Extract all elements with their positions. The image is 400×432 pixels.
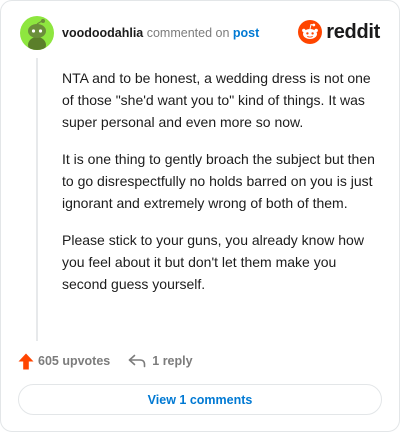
reddit-logo[interactable]: reddit xyxy=(298,19,380,45)
comment-paragraph: Please stick to your guns, you already k… xyxy=(62,232,364,292)
comment-actions: 605 upvotes 1 reply xyxy=(18,351,193,371)
comment-meta: voodoodahlia commented on post xyxy=(62,26,259,40)
upvote-count: 605 upvotes xyxy=(38,354,111,368)
reply-button[interactable]: 1 reply xyxy=(128,354,193,368)
comment-card: voodoodahlia commented on post reddit NT… xyxy=(0,0,400,432)
reply-arrow-icon xyxy=(128,354,146,368)
comment-header: voodoodahlia commented on post reddit xyxy=(20,16,380,50)
user-avatar[interactable] xyxy=(20,16,54,50)
username-link[interactable]: voodoodahlia xyxy=(62,26,143,40)
post-link[interactable]: post xyxy=(233,26,259,40)
thread-line[interactable] xyxy=(36,58,38,341)
comment-body: NTA and to be honest, a wedding dress is… xyxy=(62,67,384,310)
reply-count: 1 reply xyxy=(152,354,193,368)
comment-paragraph: NTA and to be honest, a wedding dress is… xyxy=(62,70,371,130)
action-text: commented on xyxy=(146,26,230,40)
upvote-arrow-icon xyxy=(18,353,34,369)
upvote-button[interactable]: 605 upvotes xyxy=(18,353,110,370)
comment-paragraph: It is one thing to gently broach the sub… xyxy=(62,151,375,211)
snoo-avatar-icon xyxy=(28,19,46,50)
reddit-snoo-icon xyxy=(298,20,323,44)
reddit-wordmark: reddit xyxy=(326,20,380,43)
view-comments-button[interactable]: View 1 comments xyxy=(18,384,382,415)
